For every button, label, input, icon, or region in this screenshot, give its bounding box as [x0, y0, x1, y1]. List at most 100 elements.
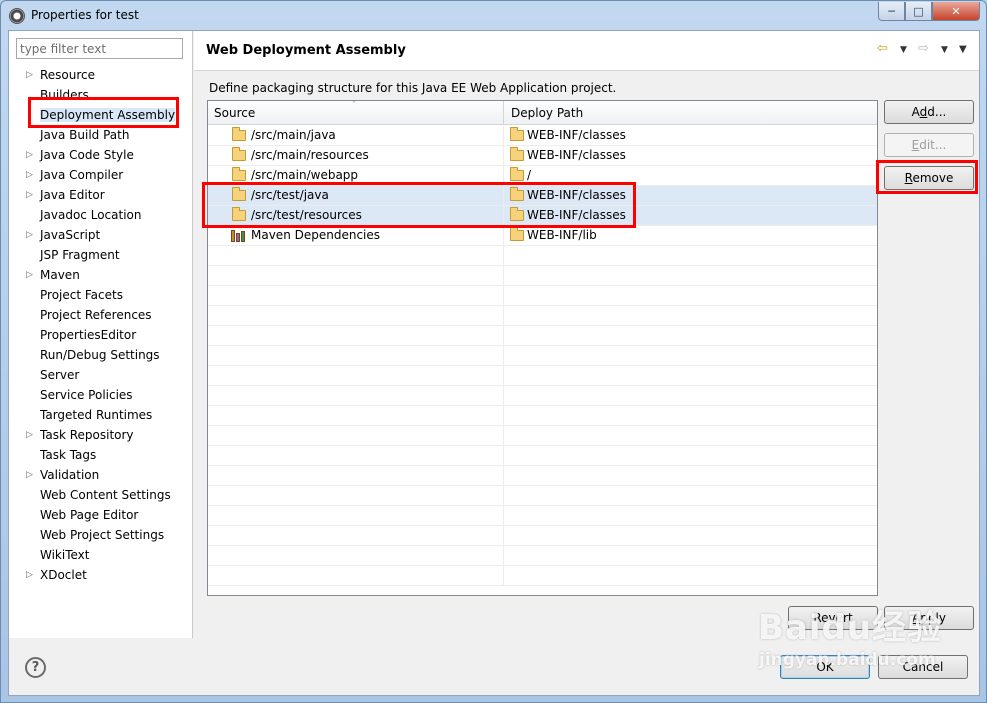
expand-triangle-icon[interactable]: ▷: [26, 65, 33, 85]
nav-item[interactable]: Service Policies: [9, 385, 193, 405]
expand-triangle-icon[interactable]: ▷: [26, 165, 33, 185]
cancel-button[interactable]: Cancel: [878, 655, 968, 679]
nav-item[interactable]: Web Content Settings: [9, 485, 193, 505]
table-row[interactable]: /src/main/webapp /: [208, 166, 877, 186]
source-cell: [208, 446, 504, 465]
nav-item-label: Maven: [40, 268, 80, 282]
revert-button-mnemonic: v: [828, 611, 836, 625]
table-row[interactable]: /src/main/resources WEB-INF/classes: [208, 146, 877, 166]
restore-defaults-button[interactable]: Revert: [788, 606, 878, 630]
nav-item[interactable]: ▷ Java Code Style: [9, 145, 193, 165]
nav-item[interactable]: Deployment Assembly: [9, 105, 193, 125]
source-cell: [208, 426, 504, 445]
table-row[interactable]: Maven Dependencies WEB-INF/lib: [208, 226, 877, 246]
nav-item[interactable]: PropertiesEditor: [9, 325, 193, 345]
add-button[interactable]: Add...: [884, 100, 974, 124]
empty-table-row: [208, 486, 877, 506]
nav-item-label: PropertiesEditor: [40, 328, 137, 342]
table-row[interactable]: /src/main/java WEB-INF/classes: [208, 126, 877, 146]
source-path: Maven Dependencies: [251, 228, 381, 242]
help-icon[interactable]: ?: [25, 657, 46, 678]
nav-item[interactable]: ▷ Resource: [9, 65, 193, 85]
empty-table-row: [208, 246, 877, 266]
table-body: /src/main/java WEB-INF/classes/src/main/r…: [208, 126, 877, 586]
nav-item[interactable]: Task Tags: [9, 445, 193, 465]
nav-item[interactable]: Java Build Path: [9, 125, 193, 145]
nav-item[interactable]: Javadoc Location: [9, 205, 193, 225]
filter-input[interactable]: [16, 38, 183, 59]
empty-table-row: [208, 466, 877, 486]
deploy-path-cell: WEB-INF/classes: [505, 206, 877, 225]
expand-triangle-icon[interactable]: ▷: [26, 265, 33, 285]
expand-triangle-icon[interactable]: ▷: [26, 565, 33, 585]
nav-item[interactable]: ▷ Task Repository: [9, 425, 193, 445]
column-header-deploy-path[interactable]: Deploy Path: [505, 101, 877, 125]
sort-ascending-icon: ˄: [352, 100, 356, 109]
nav-item[interactable]: ▷ Java Editor: [9, 185, 193, 205]
maximize-button[interactable]: □: [905, 2, 932, 21]
view-menu-icon[interactable]: ▼: [959, 44, 967, 55]
nav-item[interactable]: Builders: [9, 85, 193, 105]
folder-icon: [232, 167, 246, 181]
empty-table-row: [208, 306, 877, 326]
nav-item[interactable]: Project Facets: [9, 285, 193, 305]
nav-item[interactable]: Project References: [9, 305, 193, 325]
deploy-path: WEB-INF/classes: [527, 188, 626, 202]
folder-icon: [510, 207, 524, 221]
empty-table-row: [208, 526, 877, 546]
remove-button[interactable]: Remove: [884, 166, 974, 190]
nav-item[interactable]: ▷ Java Compiler: [9, 165, 193, 185]
back-history-dropdown-icon[interactable]: ▼: [900, 45, 907, 55]
nav-item[interactable]: WikiText: [9, 545, 193, 565]
expand-triangle-icon[interactable]: ▷: [26, 465, 33, 485]
back-arrow-icon[interactable]: ⇦: [877, 41, 888, 56]
source-cell: [208, 366, 504, 385]
table-row[interactable]: /src/test/java WEB-INF/classes: [208, 186, 877, 206]
source-cell: /src/main/webapp: [208, 166, 504, 185]
deployment-assembly-table[interactable]: Source ˄ Deploy Path /src/main/java WEB-I…: [207, 100, 878, 596]
nav-item[interactable]: ▷ Maven: [9, 265, 193, 285]
forward-arrow-icon[interactable]: ⇨: [918, 41, 929, 56]
expand-triangle-icon[interactable]: ▷: [26, 145, 33, 165]
table-row[interactable]: /src/test/resources WEB-INF/classes: [208, 206, 877, 226]
deploy-path-cell: WEB-INF/classes: [505, 186, 877, 205]
nav-item[interactable]: ▷ Validation: [9, 465, 193, 485]
forward-history-dropdown-icon[interactable]: ▼: [941, 45, 948, 55]
expand-triangle-icon[interactable]: ▷: [26, 185, 33, 205]
empty-table-row: [208, 366, 877, 386]
nav-item[interactable]: ▷ JavaScript: [9, 225, 193, 245]
nav-item[interactable]: Run/Debug Settings: [9, 345, 193, 365]
expand-triangle-icon[interactable]: ▷: [26, 225, 33, 245]
deploy-path: WEB-INF/classes: [527, 208, 626, 222]
folder-icon: [232, 147, 246, 161]
page-description: Define packaging structure for this Java…: [209, 81, 617, 95]
folder-icon: [232, 187, 246, 201]
nav-item-label: Java Compiler: [40, 168, 124, 182]
folder-icon: [510, 127, 524, 141]
source-path: /src/main/java: [251, 128, 336, 142]
edit-button[interactable]: Edit...: [884, 133, 974, 157]
close-button[interactable]: ✕: [932, 2, 980, 21]
nav-item[interactable]: ▷ XDoclet: [9, 565, 193, 585]
nav-item-label: Targeted Runtimes: [40, 408, 153, 422]
source-cell: [208, 486, 504, 505]
nav-item-label: Project References: [40, 308, 152, 322]
empty-table-row: [208, 426, 877, 446]
ok-button[interactable]: OK: [780, 655, 870, 679]
column-header-source[interactable]: Source ˄: [208, 101, 504, 125]
empty-table-row: [208, 446, 877, 466]
nav-item[interactable]: Web Page Editor: [9, 505, 193, 525]
expand-triangle-icon[interactable]: ▷: [26, 425, 33, 445]
edit-button-label-post: dit...: [919, 138, 947, 152]
nav-item[interactable]: Targeted Runtimes: [9, 405, 193, 425]
nav-item[interactable]: JSP Fragment: [9, 245, 193, 265]
minimize-button[interactable]: ─: [878, 2, 905, 21]
empty-table-row: [208, 326, 877, 346]
nav-item[interactable]: Web Project Settings: [9, 525, 193, 545]
nav-item[interactable]: Server: [9, 365, 193, 385]
apply-button[interactable]: Apply: [884, 606, 974, 630]
nav-item-label: Web Project Settings: [40, 528, 165, 542]
deploy-path-cell: WEB-INF/classes: [505, 146, 877, 165]
nav-item-label: Web Content Settings: [40, 488, 171, 502]
remove-button-label-post: emove: [912, 171, 954, 185]
